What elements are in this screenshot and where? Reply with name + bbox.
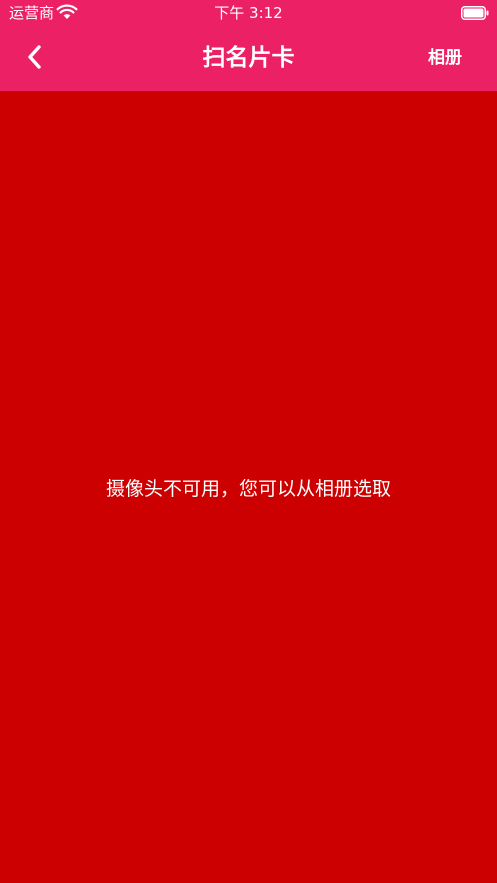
navigation-bar: 扫名片卡 相册: [0, 26, 497, 91]
back-button[interactable]: [18, 40, 52, 74]
chevron-left-icon: [28, 45, 41, 69]
battery-icon: [461, 6, 489, 20]
page-title: 扫名片卡: [202, 45, 295, 71]
camera-unavailable-message: 摄像头不可用，您可以从相册选取: [105, 478, 391, 500]
camera-scan-screen: 运营商 下午 3:12 扫名片卡 相册 摄像头不可用，您可以从相册选取: [0, 0, 497, 883]
status-time: 下午 3:12: [214, 4, 283, 22]
album-button[interactable]: 相册: [428, 46, 462, 70]
status-bar: 运营商 下午 3:12: [0, 0, 497, 26]
header: 运营商 下午 3:12 扫名片卡 相册: [0, 0, 497, 91]
